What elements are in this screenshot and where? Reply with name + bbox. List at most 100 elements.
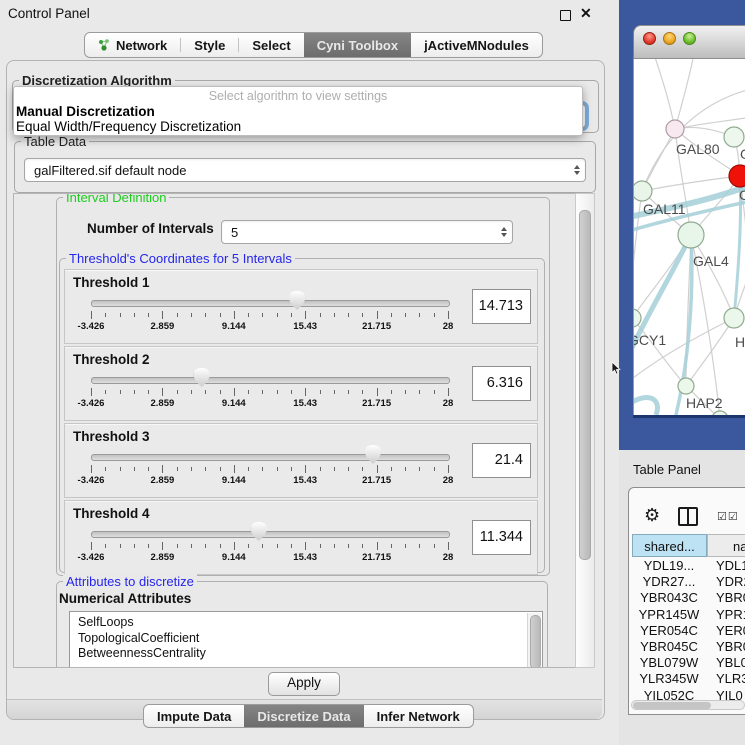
threshold-label: Threshold 4 [73, 506, 150, 521]
dropdown-item-manual-discretization[interactable]: Manual Discretization [16, 104, 155, 119]
threshold-slider-thumb[interactable] [289, 291, 305, 310]
thresholds-group: Threshold's Coordinates for 5 Intervals … [59, 258, 545, 573]
table-row[interactable]: YBR045CYBR0 [631, 639, 745, 655]
close-icon[interactable]: ✕ [580, 5, 592, 22]
attributes-group: Attributes to discretize Numerical Attri… [56, 581, 548, 668]
settings-scrollbar-thumb[interactable] [579, 210, 591, 560]
tab-style[interactable]: Style [181, 33, 238, 57]
network-node-HAP2[interactable] [678, 378, 694, 394]
threshold-slider-track[interactable] [91, 300, 450, 307]
threshold-panel-1: Threshold 1 -3.4262.8599.14415.4321.71528… [64, 269, 538, 344]
tab-select[interactable]: Select [239, 33, 303, 57]
threshold-panel-2: Threshold 2-3.4262.8599.14415.4321.71528… [64, 346, 538, 421]
number-of-intervals-combobox[interactable]: 5 [221, 220, 513, 244]
table-row[interactable]: YLR345WYLR3 [631, 671, 745, 687]
algorithm-dropdown-popup: Select algorithm to view settings Manual… [13, 86, 583, 136]
cell-name: YBL0 [707, 655, 745, 671]
float-window-icon[interactable] [560, 10, 571, 21]
table-row[interactable]: YPR145WYPR1 [631, 607, 745, 623]
threshold-stack: Threshold 1 -3.4262.8599.14415.4321.71528… [64, 269, 538, 575]
zoom-traffic-light-icon[interactable] [683, 32, 696, 45]
attributes-list-scrollbar-thumb[interactable] [530, 615, 541, 668]
attribute-list-item[interactable]: BetweennessCentrality [70, 646, 542, 662]
tab-network[interactable]: Network [85, 33, 180, 57]
combo-stepper-icon [501, 227, 507, 237]
column-layout-icon[interactable] [678, 507, 698, 526]
network-node-rightH[interactable] [724, 308, 744, 328]
network-node-GAL11[interactable] [634, 181, 652, 201]
table-row[interactable]: YBL079WYBL0 [631, 655, 745, 671]
network-window-titlebar[interactable] [633, 25, 745, 59]
table-row[interactable]: YDL19...YDL1 [631, 558, 745, 574]
table-row[interactable]: YDR27...YDR2 [631, 574, 745, 590]
tab-infer-network[interactable]: Infer Network [364, 705, 473, 727]
close-traffic-light-icon[interactable] [643, 32, 656, 45]
table-horizontal-scrollbar[interactable] [631, 700, 745, 710]
threshold-slider-track[interactable] [91, 531, 450, 538]
thresholds-group-title: Threshold's Coordinates for 5 Intervals [66, 251, 295, 266]
slider-tick-marks [91, 311, 448, 320]
table-data-combobox[interactable]: galFiltered.sif default node [24, 158, 586, 182]
select-columns-icon[interactable]: ☑☑ [717, 510, 739, 523]
network-edge [686, 318, 734, 386]
cell-shared-name: YBL079W [631, 655, 707, 671]
threshold-slider-track[interactable] [91, 454, 450, 461]
tab-impute-data[interactable]: Impute Data [144, 705, 244, 727]
attributes-list-scrollbar[interactable] [527, 613, 541, 668]
cell-name: YBR0 [707, 639, 745, 655]
table-horizontal-scrollbar-thumb[interactable] [633, 702, 711, 709]
threshold-slider-thumb[interactable] [365, 445, 381, 464]
slider-tick-marks [91, 388, 448, 397]
attribute-list-item[interactable]: SelfLoops [70, 615, 542, 631]
threshold-value-field[interactable]: 6.316 [472, 366, 531, 401]
tab-cyni-toolbox[interactable]: Cyni Toolbox [304, 33, 411, 57]
slider-tick-labels: -3.4262.8599.14415.4321.71528 [91, 552, 448, 564]
cell-shared-name: YDL19... [631, 558, 707, 574]
network-node-label: GAL11 [643, 201, 686, 217]
bottom-tabbar: Impute Data Discretize Data Infer Networ… [143, 704, 474, 728]
threshold-slider-thumb[interactable] [194, 368, 210, 387]
mouse-cursor [611, 362, 623, 376]
control-panel-tabbar: Network Style Select Cyni Toolbox jActiv… [84, 32, 543, 58]
network-node-pink[interactable] [666, 120, 684, 138]
table-row[interactable]: YIL052CYIL0 [631, 688, 745, 701]
attr-items: SelfLoopsTopologicalCoefficientBetweenne… [70, 612, 542, 662]
attribute-list-item[interactable]: TopologicalCoefficient [70, 631, 542, 647]
network-node-red[interactable] [729, 165, 745, 187]
gear-icon[interactable]: ⚙ [644, 505, 660, 526]
threshold-value-field[interactable]: 21.4 [472, 443, 531, 478]
threshold-slider-track[interactable] [91, 377, 450, 384]
table-row[interactable]: YBR043CYBR0 [631, 590, 745, 606]
tab-jactivemnodules[interactable]: jActiveMNodules [411, 33, 542, 57]
apply-button[interactable]: Apply [268, 672, 340, 696]
threshold-value-field[interactable]: 11.344 [472, 520, 531, 555]
slider-tick-labels: -3.4262.8599.14415.4321.71528 [91, 398, 448, 410]
network-node-green1[interactable] [724, 127, 744, 147]
network-node-GAL4[interactable] [678, 222, 704, 248]
settings-scrollbar[interactable] [575, 193, 595, 668]
network-window-bottom-border [633, 415, 745, 418]
network-node-label: GA [740, 146, 745, 162]
threshold-panel-4: Threshold 4 -3.4262.8599.14415.4321.71528… [64, 500, 538, 575]
dropdown-item-equal-width[interactable]: Equal Width/Frequency Discretization [16, 119, 241, 134]
table-data-combobox-value: galFiltered.sif default node [34, 163, 186, 178]
number-of-intervals-value: 5 [231, 225, 238, 240]
node-table-container: ⚙ ☑☑ shared... na YDL19...YDL1YDR27...YD… [628, 487, 745, 715]
column-header-shared[interactable]: shared... [632, 534, 707, 557]
network-node-label: GCY1 [634, 332, 666, 348]
slider-tick-labels: -3.4262.8599.14415.4321.71528 [91, 321, 448, 333]
minimize-traffic-light-icon[interactable] [663, 32, 676, 45]
network-canvas[interactable]: GAL80GACGAL11GAL4GCY1HHAP2 [633, 59, 745, 415]
table-row[interactable]: YER054CYER0 [631, 623, 745, 639]
column-header-name[interactable]: na [707, 534, 745, 557]
combo-stepper-icon [574, 165, 580, 175]
threshold-label: Threshold 1 [73, 275, 150, 290]
cell-name: YPR1 [707, 607, 745, 623]
cell-shared-name: YPR145W [631, 607, 707, 623]
dropdown-prompt-item[interactable]: Select algorithm to view settings [14, 89, 582, 103]
network-node-GCY1[interactable] [634, 309, 641, 327]
tab-discretize-data[interactable]: Discretize Data [244, 705, 363, 727]
number-of-intervals-label: Number of Intervals [87, 221, 214, 236]
threshold-value-field[interactable]: 14.713 [472, 289, 531, 324]
threshold-slider-thumb[interactable] [251, 522, 267, 541]
